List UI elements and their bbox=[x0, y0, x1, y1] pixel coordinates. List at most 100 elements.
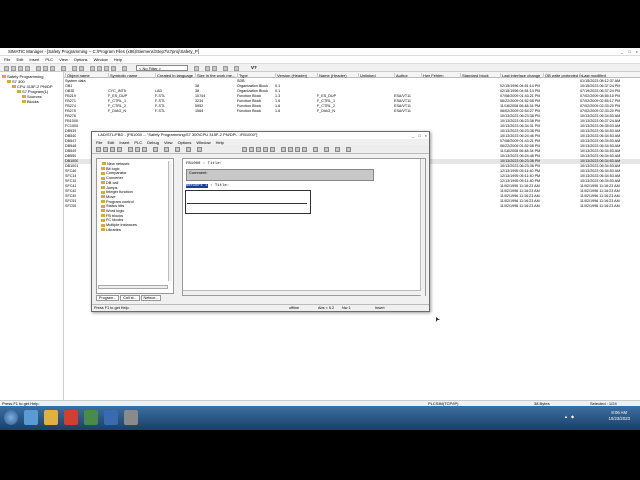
whats-this-help-icon[interactable]: V? bbox=[251, 65, 257, 70]
copy-icon[interactable] bbox=[135, 147, 140, 152]
download-icon[interactable] bbox=[153, 147, 158, 152]
save-icon[interactable] bbox=[110, 147, 115, 152]
internet-explorer-icon[interactable] bbox=[24, 410, 38, 425]
network-rung[interactable] bbox=[185, 190, 311, 214]
lad-menu-options[interactable]: Options bbox=[178, 140, 192, 145]
online-icon[interactable] bbox=[72, 65, 77, 71]
column-header[interactable]: Created in language bbox=[155, 72, 193, 78]
cut-icon[interactable] bbox=[128, 147, 133, 152]
cut-icon[interactable] bbox=[36, 65, 41, 71]
menu-options[interactable]: Options bbox=[74, 57, 88, 62]
new-icon[interactable] bbox=[4, 65, 9, 71]
editor-hscrollbar[interactable] bbox=[183, 290, 421, 295]
lad-menu-edit[interactable]: Edit bbox=[107, 140, 114, 145]
column-header[interactable]: Type bbox=[237, 72, 248, 78]
plcsim-icon[interactable] bbox=[124, 410, 138, 425]
start-button-icon[interactable] bbox=[4, 410, 18, 425]
prev-network-icon[interactable] bbox=[288, 147, 293, 152]
monitor-icon[interactable] bbox=[324, 147, 329, 152]
menu-plc[interactable]: PLC bbox=[45, 57, 53, 62]
column-header[interactable]: Unlinked bbox=[358, 72, 376, 78]
file-explorer-icon[interactable] bbox=[44, 410, 58, 425]
tree-item-blocks[interactable]: Blocks bbox=[22, 99, 39, 104]
menu-help[interactable]: Help bbox=[114, 57, 122, 62]
network-icon[interactable]: ▲ bbox=[564, 414, 568, 419]
help-icon[interactable] bbox=[346, 147, 351, 152]
column-header[interactable]: Size in the work me... bbox=[195, 72, 235, 78]
media-player-icon[interactable] bbox=[64, 410, 78, 425]
clock[interactable]: 8:06 AM 10/23/2023 bbox=[608, 410, 630, 422]
simatic-manager-icon[interactable] bbox=[84, 410, 98, 425]
simulation-icon[interactable] bbox=[205, 65, 210, 71]
details-icon[interactable] bbox=[111, 65, 116, 71]
offline-icon[interactable] bbox=[79, 65, 84, 71]
column-header[interactable]: Name (Header) bbox=[317, 72, 347, 78]
lad-menu-file[interactable]: File bbox=[96, 140, 102, 145]
paste-icon[interactable] bbox=[50, 65, 55, 71]
first-network-icon[interactable] bbox=[281, 147, 286, 152]
column-header[interactable]: Object name bbox=[65, 72, 90, 78]
help-icon[interactable] bbox=[234, 65, 239, 71]
find-icon[interactable] bbox=[164, 147, 169, 152]
close-button[interactable]: × bbox=[636, 49, 638, 54]
last-network-icon[interactable] bbox=[302, 147, 307, 152]
menu-file[interactable]: File bbox=[4, 57, 10, 62]
memory-card-icon[interactable] bbox=[25, 65, 30, 71]
accessible-nodes-icon[interactable] bbox=[18, 65, 23, 71]
next-network-icon[interactable] bbox=[295, 147, 300, 152]
block-comment[interactable]: Comment: bbox=[186, 169, 374, 181]
filter-icon[interactable] bbox=[194, 65, 199, 71]
editor-vscrollbar[interactable] bbox=[420, 159, 425, 296]
download-icon[interactable] bbox=[61, 65, 66, 71]
network-label[interactable]: Network 1 bbox=[186, 184, 208, 188]
online-icon[interactable] bbox=[186, 147, 191, 152]
lad-maximize-button[interactable]: □ bbox=[418, 133, 420, 139]
minimize-button[interactable]: _ bbox=[621, 49, 623, 54]
up-level-icon[interactable] bbox=[122, 65, 127, 71]
contact-icon[interactable] bbox=[242, 147, 247, 152]
program-element-item[interactable]: Libraries bbox=[101, 227, 121, 232]
filter-select[interactable]: < No Filter > bbox=[136, 65, 188, 71]
column-header[interactable]: Last interface change bbox=[500, 72, 540, 78]
open-icon[interactable] bbox=[11, 65, 16, 71]
branch-open-icon[interactable] bbox=[256, 147, 261, 152]
lad-menu-view[interactable]: View bbox=[164, 140, 173, 145]
hw-config-icon[interactable] bbox=[223, 65, 228, 71]
lad-menu-window[interactable]: Window bbox=[196, 140, 210, 145]
volume-icon[interactable]: ◆ bbox=[571, 414, 574, 419]
list-icon[interactable] bbox=[104, 65, 109, 71]
lad-menu-insert[interactable]: Insert bbox=[119, 140, 129, 145]
zoom-icon[interactable] bbox=[313, 147, 318, 152]
column-header[interactable]: Standard block bbox=[460, 72, 489, 78]
ladder-editor[interactable]: FB1000 : Title: Comment: Network 1 : Tit… bbox=[182, 158, 426, 296]
program-elements-hscrollbar[interactable] bbox=[98, 285, 168, 289]
open-icon[interactable] bbox=[103, 147, 108, 152]
branch-close-icon[interactable] bbox=[263, 147, 268, 152]
menu-view[interactable]: View bbox=[59, 57, 68, 62]
netpro-icon[interactable] bbox=[212, 65, 217, 71]
large-icons-icon[interactable] bbox=[90, 65, 95, 71]
lad-stl-fbd-icon[interactable] bbox=[104, 410, 118, 425]
module-info-icon[interactable] bbox=[335, 147, 340, 152]
program-elements-scrollbar[interactable] bbox=[168, 161, 172, 281]
column-header[interactable]: Symbolic name bbox=[108, 72, 137, 78]
compare-icon[interactable] bbox=[197, 147, 202, 152]
paste-icon[interactable] bbox=[142, 147, 147, 152]
copy-icon[interactable] bbox=[43, 65, 48, 71]
lad-menu-help[interactable]: Help bbox=[216, 140, 224, 145]
maximize-button[interactable]: □ bbox=[628, 49, 630, 54]
tab-program-elements[interactable]: Program... bbox=[96, 295, 120, 301]
column-header[interactable]: Author bbox=[394, 72, 408, 78]
overview-icon[interactable] bbox=[175, 147, 180, 152]
lad-menu-plc[interactable]: PLC bbox=[134, 140, 142, 145]
menu-insert[interactable]: Insert bbox=[29, 57, 39, 62]
column-header[interactable]: Version (Header) bbox=[275, 72, 307, 78]
lad-menu-debug[interactable]: Debug bbox=[147, 140, 159, 145]
small-icons-icon[interactable] bbox=[97, 65, 102, 71]
lad-close-button[interactable]: × bbox=[425, 133, 427, 139]
lad-minimize-button[interactable]: _ bbox=[412, 133, 414, 139]
menu-window[interactable]: Window bbox=[94, 57, 108, 62]
coil-icon[interactable] bbox=[249, 147, 254, 152]
tab-call-structure[interactable]: Call st... bbox=[120, 295, 140, 301]
column-header[interactable]: Last modified bbox=[580, 72, 606, 78]
